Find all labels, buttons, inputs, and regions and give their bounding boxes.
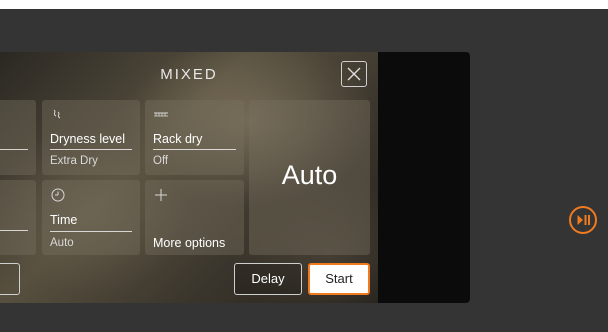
time-value: Auto [50,237,74,249]
dryness-level-label: Dryness level [50,132,126,146]
delay-button[interactable]: Delay [234,263,302,295]
program-panel: MIXED Dryness level Extra Dry Rack dry O… [0,52,470,303]
clock-icon [51,188,65,202]
tile-divider [0,149,28,150]
program-content: MIXED Dryness level Extra Dry Rack dry O… [0,52,378,303]
rack-icon [154,112,168,117]
tile-divider [153,149,236,150]
more-options-label: More options [153,236,226,250]
dryness-level-value: Extra Dry [50,155,98,167]
time-tile[interactable]: Time Auto [42,180,140,255]
close-icon [347,67,361,81]
back-button[interactable] [0,263,20,295]
tile-divider [0,230,28,231]
option-tile-hidden-bottom[interactable] [0,180,36,255]
auto-tile[interactable]: Auto [249,100,370,255]
close-button[interactable] [341,61,367,87]
option-tile-hidden-top[interactable] [0,100,36,175]
top-bar [0,0,608,9]
rack-dry-label: Rack dry [153,132,203,146]
dryness-icon [53,109,61,119]
time-label: Time [50,213,78,227]
tile-divider [50,231,132,232]
plus-icon [155,189,167,201]
play-pause-icon[interactable] [568,205,598,235]
program-title: MIXED [160,66,218,83]
dryness-level-tile[interactable]: Dryness level Extra Dry [42,100,140,175]
more-options-tile[interactable]: More options [145,180,244,255]
start-button[interactable]: Start [308,263,370,295]
rack-dry-value: Off [153,155,169,167]
rack-dry-tile[interactable]: Rack dry Off [145,100,244,175]
auto-label: Auto [281,160,338,190]
tile-divider [50,149,132,150]
